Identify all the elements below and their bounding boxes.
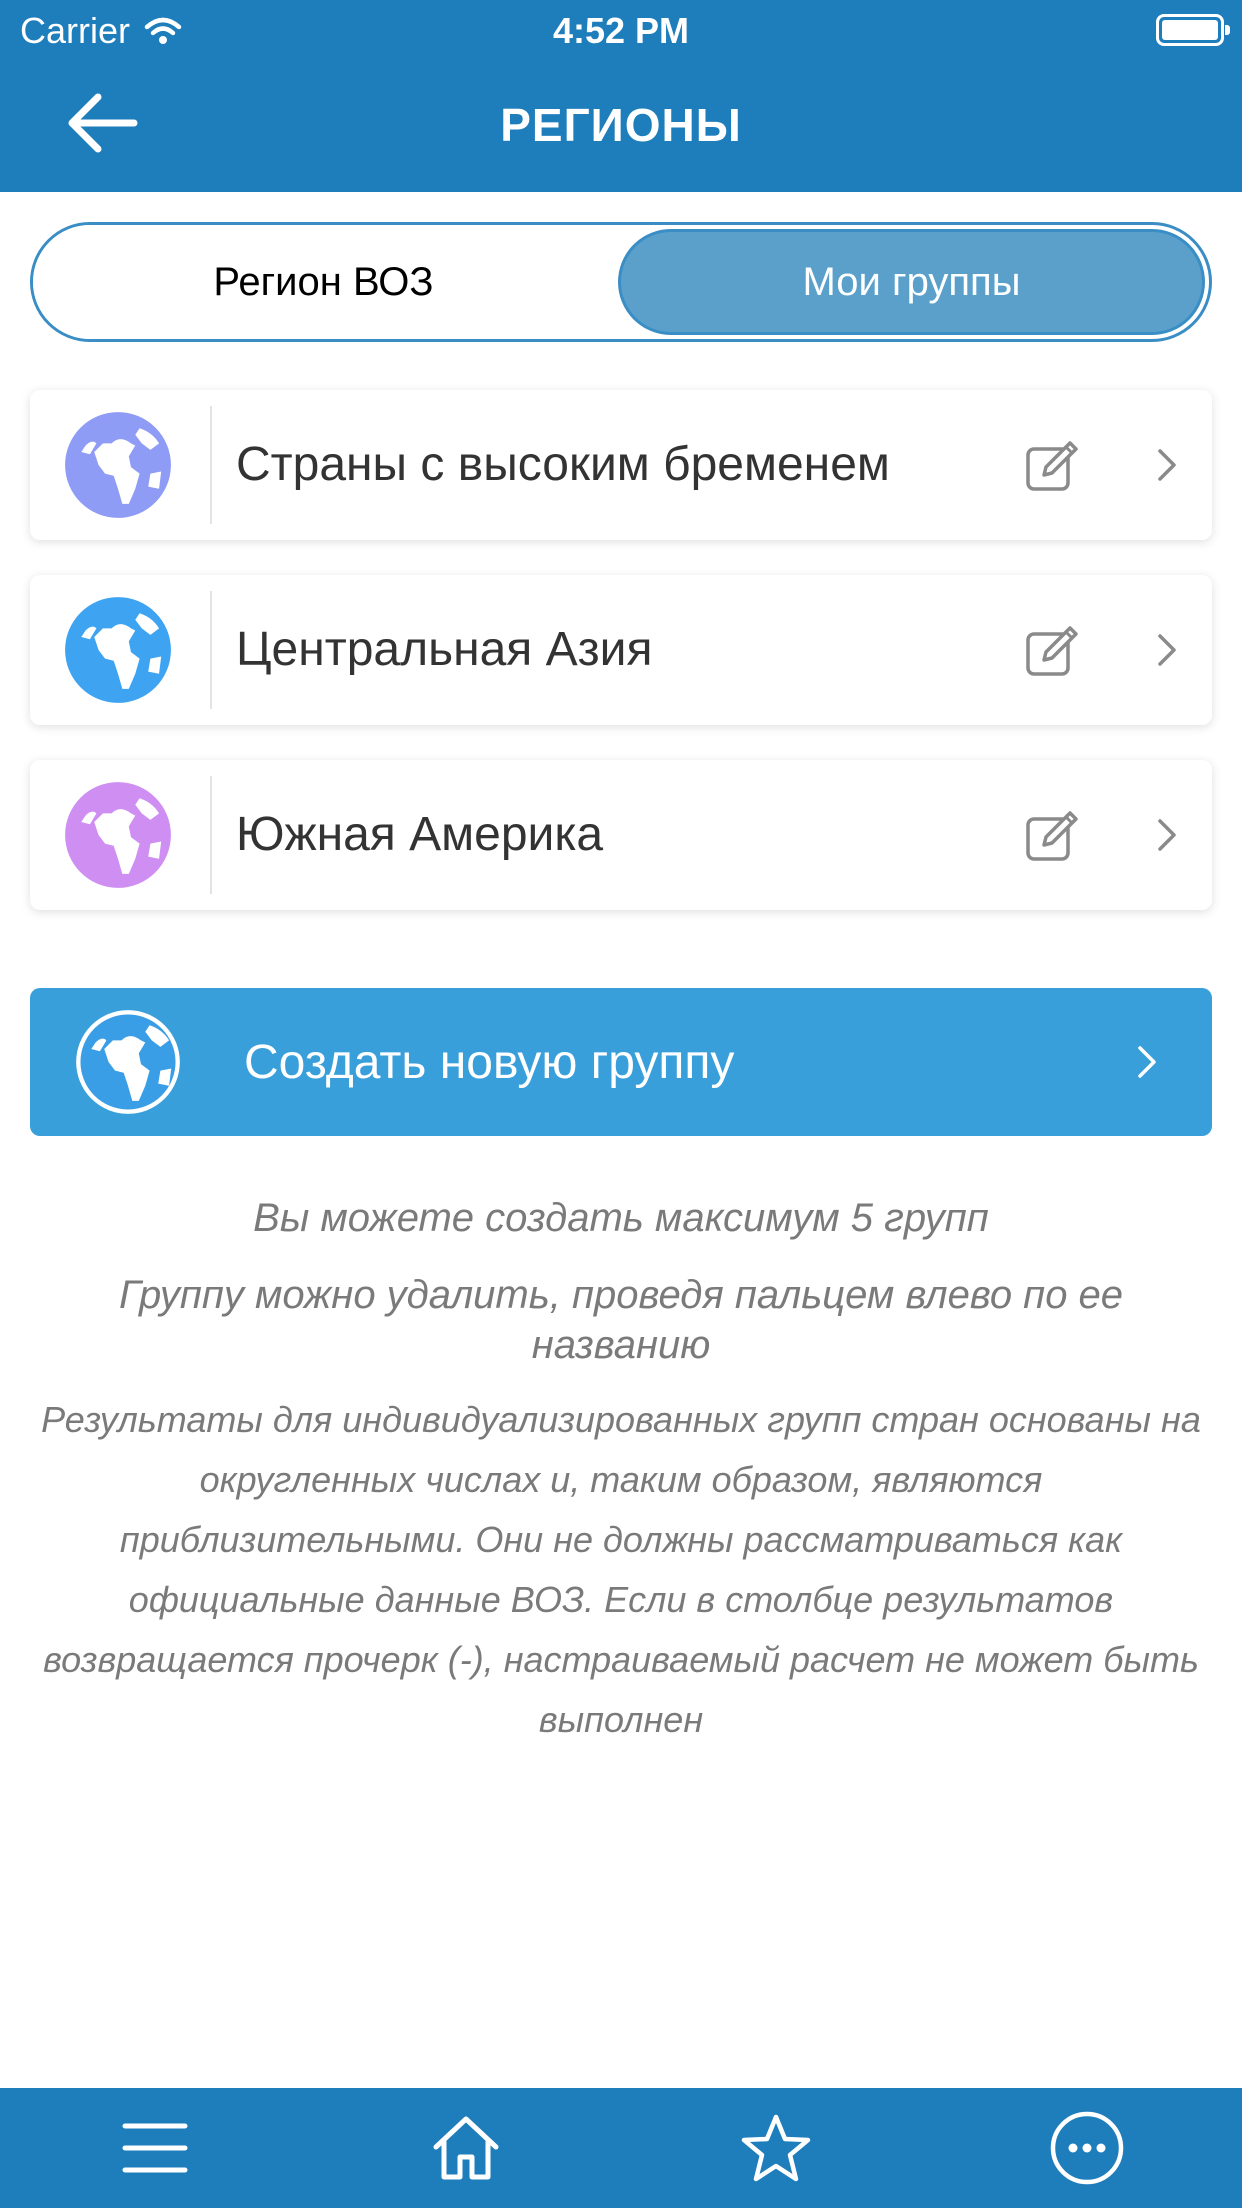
group-name: Южная Америка <box>236 808 604 861</box>
group-name: Страны с высоким бременем <box>236 438 890 491</box>
edit-icon[interactable] <box>1022 805 1082 865</box>
chevron-right-icon <box>1138 1046 1156 1078</box>
globe-icon <box>65 412 171 518</box>
create-group-button[interactable]: Создать новую группу <box>30 988 1212 1136</box>
tab-favorites[interactable] <box>726 2098 826 2198</box>
tab-menu[interactable] <box>105 2098 205 2198</box>
edit-icon[interactable] <box>1022 620 1082 680</box>
tab-home[interactable] <box>416 2098 516 2198</box>
card-divider <box>210 776 212 894</box>
group-card-south-america[interactable]: Южная Америка <box>30 760 1212 910</box>
home-icon <box>433 2116 499 2180</box>
chevron-right-icon <box>1158 819 1176 851</box>
note-delete-hint: Группу можно удалить, проведя пальцем вл… <box>118 1273 1124 1367</box>
more-icon <box>1050 2111 1123 2185</box>
page-title: РЕГИОНЫ <box>500 99 742 151</box>
group-card-high-burden[interactable]: Страны с высоким бременем <box>30 390 1212 540</box>
bottom-tab-bar <box>0 2088 1242 2208</box>
menu-icon <box>122 2123 188 2173</box>
status-time: 4:52 PM <box>552 10 690 51</box>
tab-more[interactable] <box>1037 2098 1137 2198</box>
tab-my-groups[interactable]: Мои группы <box>618 229 1205 335</box>
card-divider <box>210 591 212 709</box>
chevron-right-icon <box>1158 634 1176 666</box>
globe-icon <box>76 1010 180 1114</box>
star-icon <box>742 2114 811 2182</box>
group-name: Центральная Азия <box>236 623 653 676</box>
nav-header: Carrier 4:52 PM РЕГИОНЫ <box>0 0 1242 192</box>
chevron-right-icon <box>1158 449 1176 481</box>
tab-who-region[interactable]: Регион ВОЗ <box>33 225 614 339</box>
group-card-central-asia[interactable]: Центральная Азия <box>30 575 1212 725</box>
note-disclaimer: Результаты для индивидуализированных гру… <box>41 1399 1201 1740</box>
note-max-groups: Вы можете создать максимум 5 групп <box>253 1196 989 1240</box>
battery-icon <box>1156 14 1230 46</box>
status-bar: Carrier 4:52 PM <box>0 0 1242 62</box>
card-divider <box>210 406 212 524</box>
create-group-label: Создать новую группу <box>244 1035 735 1089</box>
edit-icon[interactable] <box>1022 435 1082 495</box>
globe-icon <box>65 782 171 888</box>
globe-icon <box>65 597 171 703</box>
region-segmented-control: Регион ВОЗ Мои группы <box>30 222 1212 342</box>
